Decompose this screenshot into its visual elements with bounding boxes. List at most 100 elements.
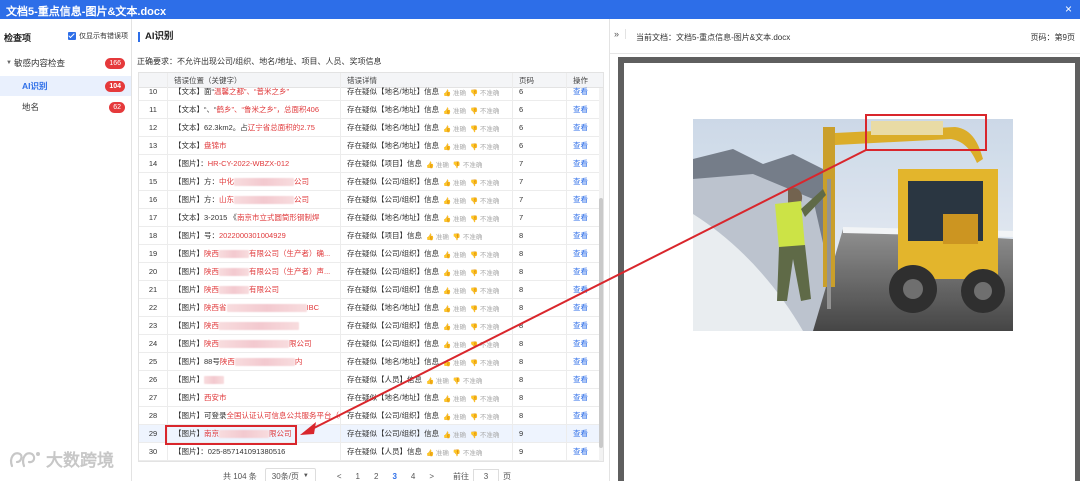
table-scrollbar[interactable] — [599, 88, 603, 461]
table-row[interactable]: 18 【图片】号： 2022000301004929 存在疑似【项目】信息 👍 准确 👎 … — [139, 227, 603, 245]
table-row[interactable]: 17 【文本】3-2015 《南京市 立式圆筒形钢制焊 存在疑似【地名/地址】信息 👍 … — [139, 209, 603, 227]
table-row[interactable]: 13 【文本】 盘锦市 存在疑似【地名/地址】信息 👍 准确 👎 不准确 6 查看 — [139, 137, 603, 155]
inaccurate-button[interactable]: 👎 不准确 — [470, 357, 499, 367]
accurate-button[interactable]: 👍 准确 — [443, 429, 466, 439]
accurate-button[interactable]: 👍 准确 — [426, 447, 449, 457]
inaccurate-button[interactable]: 👎 不准确 — [470, 303, 499, 313]
inaccurate-button[interactable]: 👎 不准确 — [470, 87, 499, 97]
inaccurate-button[interactable]: 👎 不准确 — [470, 123, 499, 133]
view-button[interactable]: 查看 — [573, 266, 588, 277]
prev-page-button[interactable]: < — [337, 472, 342, 481]
table-row[interactable]: 14 【图片】： HR-CY-2022-WBZX-012 存在疑似【项目】信息 👍 准确… — [139, 155, 603, 173]
table-row[interactable]: 16 【图片】方： 山东 公司 存在疑似【公司/组织】信息 👍 准确 👎 不准确 7 查看 — [139, 191, 603, 209]
view-button[interactable]: 查看 — [573, 212, 588, 223]
view-button[interactable]: 查看 — [573, 140, 588, 151]
sidebar-item-sensitive[interactable]: ▼ 敏感内容检查 166 — [0, 53, 131, 73]
caret-down-icon[interactable]: ▼ — [6, 60, 12, 66]
inaccurate-button[interactable]: 👎 不准确 — [470, 321, 499, 331]
table-row[interactable]: 26 【图片】 存在疑似【人员】信息 👍 准确 👎 不准确 8 查看 — [139, 371, 603, 389]
view-button[interactable]: 查看 — [573, 176, 588, 187]
page-canvas[interactable] — [618, 57, 1080, 481]
inaccurate-button[interactable]: 👎 不准确 — [470, 411, 499, 421]
view-button[interactable]: 查看 — [573, 428, 588, 439]
accurate-button[interactable]: 👍 准确 — [443, 285, 466, 295]
accurate-button[interactable]: 👍 准确 — [443, 267, 466, 277]
view-button[interactable]: 查看 — [573, 320, 588, 331]
table-row[interactable]: 11 【文本】“、“ 鹤乡 ”、“鲁米之乡”，总面积406 存在疑似【地名/地址】信息 👍… — [139, 101, 603, 119]
table-row[interactable]: 15 【图片】方： 中化 公司 存在疑似【公司/组织】信息 👍 准确 👎 不准确 7 查看 — [139, 173, 603, 191]
view-button[interactable]: 查看 — [573, 230, 588, 241]
table-row[interactable]: 24 【图片】 陕西 限公司 存在疑似【公司/组织】信息 👍 准确 👎 不准确 8 查看 — [139, 335, 603, 353]
page-size-select[interactable]: 30条/页 ▼ — [264, 467, 316, 481]
view-button[interactable]: 查看 — [573, 158, 588, 169]
table-row[interactable]: 30 【图片】：025-857141091380516 存在疑似【人员】信息 👍 准确… — [139, 443, 603, 461]
inaccurate-button[interactable]: 👎 不准确 — [470, 195, 499, 205]
table-row[interactable]: 29 【图片】 南京 限公司 存在疑似【公司/组织】信息 👍 准确 👎 不准确 9 查看 — [139, 425, 603, 443]
accurate-button[interactable]: 👍 准确 — [426, 159, 449, 169]
view-button[interactable]: 查看 — [573, 446, 588, 457]
table-row[interactable]: 27 【图片】 西安市 存在疑似【地名/地址】信息 👍 准确 👎 不准确 8 查看 — [139, 389, 603, 407]
accurate-button[interactable]: 👍 准确 — [426, 375, 449, 385]
inaccurate-button[interactable]: 👎 不准确 — [470, 267, 499, 277]
inaccurate-button[interactable]: 👎 不准确 — [470, 285, 499, 295]
checkbox-checked-icon[interactable] — [68, 32, 76, 40]
sidebar-item-place[interactable]: 地名 62 — [0, 97, 131, 117]
accurate-button[interactable]: 👍 准确 — [443, 195, 466, 205]
inaccurate-button[interactable]: 👎 不准确 — [470, 339, 499, 349]
inaccurate-button[interactable]: 👎 不准确 — [453, 231, 482, 241]
view-button[interactable]: 查看 — [573, 392, 588, 403]
accurate-button[interactable]: 👍 准确 — [443, 321, 466, 331]
accurate-button[interactable]: 👍 准确 — [443, 339, 466, 349]
accurate-button[interactable]: 👍 准确 — [443, 141, 466, 151]
collapse-icon[interactable]: » — [614, 29, 627, 39]
accurate-button[interactable]: 👍 准确 — [443, 249, 466, 259]
page-1[interactable]: 1 — [356, 472, 360, 481]
view-button[interactable]: 查看 — [573, 86, 588, 97]
view-button[interactable]: 查看 — [573, 284, 588, 295]
view-button[interactable]: 查看 — [573, 356, 588, 367]
page-2[interactable]: 2 — [374, 472, 378, 481]
inaccurate-button[interactable]: 👎 不准确 — [470, 105, 499, 115]
inaccurate-button[interactable]: 👎 不准确 — [470, 429, 499, 439]
view-button[interactable]: 查看 — [573, 194, 588, 205]
sidebar-item-ai[interactable]: AI识别 104 — [0, 76, 131, 96]
table-row[interactable]: 21 【图片】 陕西 有限公司 存在疑似【公司/组织】信息 👍 准确 👎 不准确 8 查看 — [139, 281, 603, 299]
goto-page-input[interactable]: 3 — [473, 469, 500, 481]
inaccurate-button[interactable]: 👎 不准确 — [453, 375, 482, 385]
accurate-button[interactable]: 👍 准确 — [443, 87, 466, 97]
close-icon[interactable]: × — [1065, 2, 1072, 16]
inaccurate-button[interactable]: 👎 不准确 — [470, 213, 499, 223]
inaccurate-button[interactable]: 👎 不准确 — [470, 141, 499, 151]
view-button[interactable]: 查看 — [573, 248, 588, 259]
accurate-button[interactable]: 👍 准确 — [426, 231, 449, 241]
view-button[interactable]: 查看 — [573, 302, 588, 313]
accurate-button[interactable]: 👍 准确 — [443, 177, 466, 187]
page-3[interactable]: 3 — [392, 472, 396, 481]
inaccurate-button[interactable]: 👎 不准确 — [470, 249, 499, 259]
document-photo[interactable] — [693, 119, 1013, 331]
table-row[interactable]: 20 【图片】 陕西 有限公司（生产者）声... 存在疑似【公司/组织】信息 👍 准确 👎 … — [139, 263, 603, 281]
inaccurate-button[interactable]: 👎 不准确 — [453, 159, 482, 169]
view-button[interactable]: 查看 — [573, 338, 588, 349]
next-page-button[interactable]: > — [429, 472, 434, 481]
accurate-button[interactable]: 👍 准确 — [443, 123, 466, 133]
view-button[interactable]: 查看 — [573, 410, 588, 421]
table-row[interactable]: 25 【图片】88号 陕西 内 存在疑似【地名/地址】信息 👍 准确 👎 不准确 8 查看 — [139, 353, 603, 371]
scrollbar-thumb[interactable] — [599, 198, 603, 448]
accurate-button[interactable]: 👍 准确 — [443, 213, 466, 223]
table-row[interactable]: 22 【图片】 陕西省 IBC 存在疑似【地名/地址】信息 👍 准确 👎 不准确 8 查看 — [139, 299, 603, 317]
table-row[interactable]: 23 【图片】 陕西 存在疑似【公司/组织】信息 👍 准确 👎 不准确 8 查看 — [139, 317, 603, 335]
inaccurate-button[interactable]: 👎 不准确 — [470, 393, 499, 403]
inaccurate-button[interactable]: 👎 不准确 — [470, 177, 499, 187]
table-row[interactable]: 12 【文本】62.3km2。占 辽宁省 总面积的2.75 存在疑似【地名/地址】信息 👍… — [139, 119, 603, 137]
accurate-button[interactable]: 👍 准确 — [443, 303, 466, 313]
table-row[interactable]: 19 【图片】 陕西 有限公司（生产者）确... 存在疑似【公司/组织】信息 👍 准确 👎 … — [139, 245, 603, 263]
only-errors-checkbox[interactable]: 仅显示有错误项 — [68, 31, 128, 41]
view-button[interactable]: 查看 — [573, 104, 588, 115]
accurate-button[interactable]: 👍 准确 — [443, 393, 466, 403]
accurate-button[interactable]: 👍 准确 — [443, 357, 466, 367]
inaccurate-button[interactable]: 👎 不准确 — [453, 447, 482, 457]
table-row[interactable]: 28【图片】可登录全国认证认可信息公共服务平台（cx存在疑似【公司/组织】信息👍… — [139, 407, 603, 425]
accurate-button[interactable]: 👍 准确 — [443, 105, 466, 115]
page-4[interactable]: 4 — [411, 472, 415, 481]
